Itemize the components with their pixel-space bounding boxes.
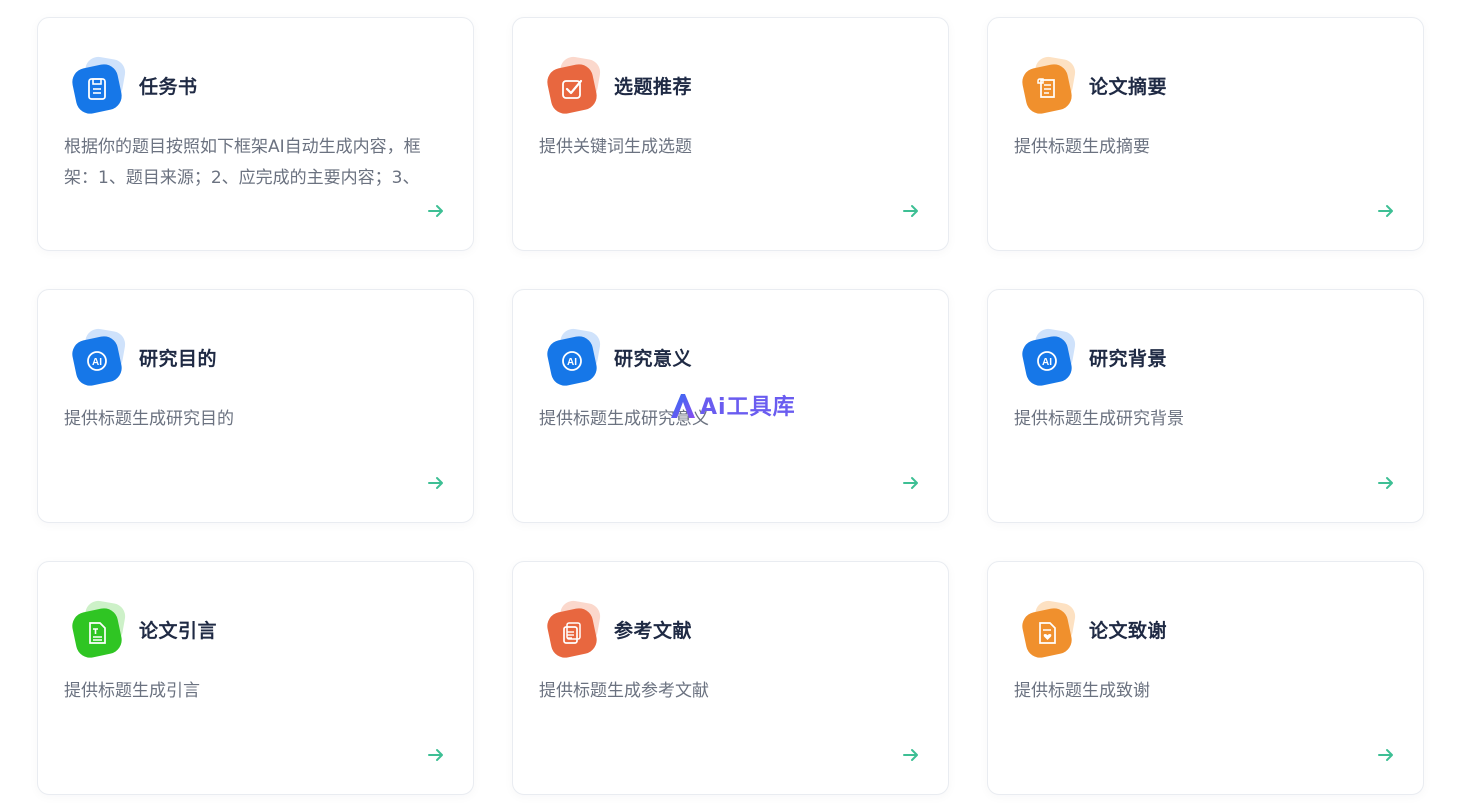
tool-card[interactable]: 论文摘要提供标题生成摘要 (987, 17, 1424, 251)
card-header: 任务书 (69, 54, 198, 117)
card-title: 研究背景 (1089, 347, 1168, 370)
card-title: 论文摘要 (1089, 75, 1168, 98)
svg-text:AI: AI (92, 357, 102, 368)
tool-card[interactable]: 论文致谢提供标题生成致谢 (987, 561, 1424, 795)
scroll-document-icon (1019, 54, 1078, 117)
svg-text:AI: AI (1042, 357, 1052, 368)
tool-card[interactable]: 选题推荐提供关键词生成选题 (512, 17, 949, 251)
card-description: 根据你的题目按照如下框架AI自动生成内容，框架：1、题目来源；2、应完成的主要内… (64, 137, 421, 188)
arrow-right-icon[interactable] (427, 474, 445, 492)
arrow-right-icon[interactable] (902, 202, 920, 220)
ai-badge-icon: AI (69, 326, 128, 389)
card-title: 研究意义 (614, 347, 693, 370)
arrow-right-icon[interactable] (1377, 474, 1395, 492)
card-title: 任务书 (139, 75, 198, 98)
card-description: 提供标题生成致谢 (1014, 681, 1150, 701)
card-title: 选题推荐 (614, 75, 693, 98)
card-description: 提供标题生成参考文献 (539, 681, 709, 701)
tool-card-grid: 任务书根据你的题目按照如下框架AI自动生成内容，框架：1、题目来源；2、应完成的… (37, 17, 1424, 795)
arrow-right-icon[interactable] (1377, 746, 1395, 764)
card-header: AI 研究意义 (544, 326, 693, 389)
arrow-right-icon[interactable] (1377, 202, 1395, 220)
card-title: 参考文献 (614, 619, 693, 642)
heart-document-icon (1019, 598, 1078, 661)
arrow-right-icon[interactable] (902, 746, 920, 764)
card-title: 研究目的 (139, 347, 218, 370)
card-header: 论文摘要 (1019, 54, 1168, 117)
check-box-icon (544, 54, 603, 117)
ai-badge-icon: AI (544, 326, 603, 389)
card-title: 论文引言 (139, 619, 218, 642)
tool-card[interactable]: 任务书根据你的题目按照如下框架AI自动生成内容，框架：1、题目来源；2、应完成的… (37, 17, 474, 251)
save-document-icon (69, 54, 128, 117)
svg-text:AI: AI (567, 357, 577, 368)
tool-card[interactable]: AI 研究目的提供标题生成研究目的 (37, 289, 474, 523)
stacked-documents-icon (544, 598, 603, 661)
arrow-right-icon[interactable] (427, 746, 445, 764)
tool-card[interactable]: 论文引言提供标题生成引言 (37, 561, 474, 795)
tool-card[interactable]: AI 研究意义提供标题生成研究意义 (512, 289, 949, 523)
card-header: AI 研究背景 (1019, 326, 1168, 389)
card-header: 选题推荐 (544, 54, 693, 117)
tool-card[interactable]: AI 研究背景提供标题生成研究背景 (987, 289, 1424, 523)
ai-badge-icon: AI (1019, 326, 1078, 389)
card-description: 提供标题生成引言 (64, 681, 200, 701)
card-description: 提供标题生成摘要 (1014, 137, 1150, 157)
card-title: 论文致谢 (1089, 619, 1168, 642)
card-header: 参考文献 (544, 598, 693, 661)
card-header: 论文引言 (69, 598, 218, 661)
arrow-right-icon[interactable] (902, 474, 920, 492)
card-description: 提供标题生成研究意义 (539, 409, 709, 429)
card-description: 提供标题生成研究背景 (1014, 409, 1184, 429)
card-description: 提供关键词生成选题 (539, 137, 692, 157)
card-description: 提供标题生成研究目的 (64, 409, 234, 429)
text-document-icon (69, 598, 128, 661)
card-header: 论文致谢 (1019, 598, 1168, 661)
arrow-right-icon[interactable] (427, 202, 445, 220)
tool-card[interactable]: 参考文献提供标题生成参考文献 (512, 561, 949, 795)
card-header: AI 研究目的 (69, 326, 218, 389)
